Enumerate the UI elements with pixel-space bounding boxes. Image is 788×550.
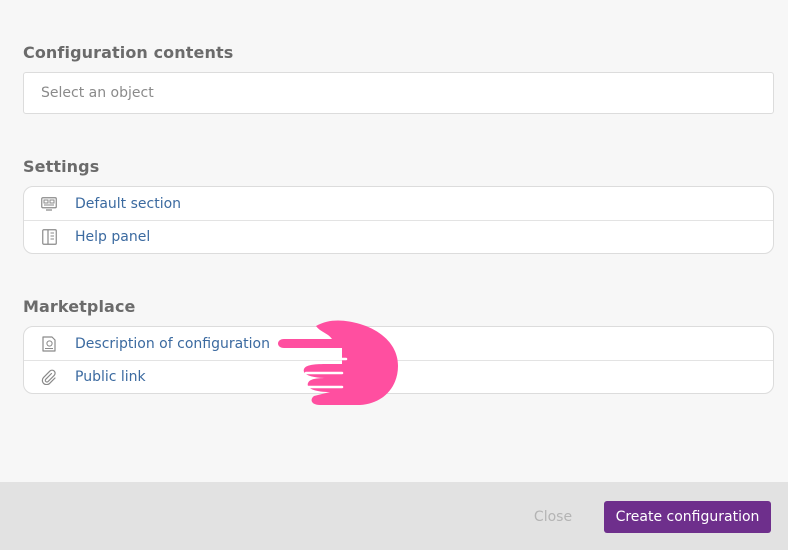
create-configuration-button[interactable]: Create configuration: [604, 501, 771, 533]
marketplace-item-public-link[interactable]: Public link: [24, 360, 773, 393]
settings-item-default-section[interactable]: Default section: [24, 187, 773, 220]
description-icon: [40, 335, 58, 353]
help-panel-icon: [40, 228, 58, 246]
marketplace-list: Description of configuration Public link: [23, 326, 774, 394]
default-section-icon: [40, 195, 58, 213]
object-select[interactable]: Select an object: [23, 72, 774, 114]
marketplace-item-label: Description of configuration: [75, 335, 270, 352]
paperclip-icon: [40, 368, 58, 386]
marketplace-item-label: Public link: [75, 369, 146, 385]
close-button[interactable]: Close: [521, 501, 585, 533]
marketplace-item-description[interactable]: Description of configuration: [24, 327, 773, 360]
dialog-footer: Close Create configuration: [0, 482, 788, 550]
settings-title: Settings: [23, 157, 100, 176]
settings-item-label: Default section: [75, 195, 182, 212]
settings-item-label: Help panel: [75, 229, 151, 245]
settings-list: Default section Help panel: [23, 186, 774, 254]
object-select-placeholder: Select an object: [41, 85, 154, 101]
settings-item-help-panel[interactable]: Help panel: [24, 220, 773, 253]
marketplace-title: Marketplace: [23, 297, 136, 316]
configuration-contents-title: Configuration contents: [23, 43, 234, 62]
